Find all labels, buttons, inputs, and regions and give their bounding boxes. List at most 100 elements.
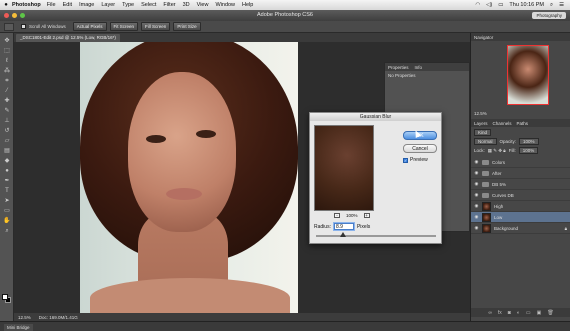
tab-navigator[interactable]: Navigator (474, 35, 493, 40)
navigator-zoom[interactable]: 12.5% (474, 111, 487, 116)
gradient-tool-icon[interactable]: ▤ (2, 147, 12, 155)
fit-screen-button[interactable]: Fit Screen (109, 22, 139, 31)
tab-layers[interactable]: Layers (474, 121, 488, 126)
menu-view[interactable]: View (197, 2, 209, 8)
battery-icon[interactable]: ▭ (498, 2, 503, 8)
layer-row[interactable]: ◉ After (471, 168, 570, 179)
tab-info[interactable]: Info (415, 65, 423, 70)
shape-tool-icon[interactable]: ▭ (2, 207, 12, 215)
layer-kind-filter[interactable]: Kind (474, 129, 492, 136)
zoom-out-button[interactable]: - (334, 213, 340, 218)
hand-tool-icon[interactable]: ✋ (2, 217, 12, 225)
tab-channels[interactable]: Channels (493, 121, 512, 126)
preview-checkbox-row[interactable]: ✓ Preview (403, 157, 428, 163)
layer-style-icon[interactable]: fx (498, 310, 502, 316)
workspace-switcher[interactable]: Photography (532, 12, 566, 19)
new-layer-icon[interactable]: ▣ (537, 310, 542, 316)
layer-row[interactable]: ◉ DB 5% (471, 179, 570, 190)
new-group-icon[interactable]: ▭ (526, 310, 531, 316)
blend-mode-select[interactable]: Normal (474, 138, 497, 145)
mini-bridge-tab[interactable]: Mini Bridge (4, 324, 33, 331)
add-mask-icon[interactable]: ◙ (508, 310, 511, 316)
zoom-tool-icon[interactable]: ⌕ (2, 227, 12, 235)
type-tool-icon[interactable]: T (2, 187, 12, 195)
menu-help[interactable]: Help (242, 2, 253, 8)
lock-icons[interactable]: ▦ ✎ ✥ 🔒︎ (488, 148, 506, 154)
path-select-tool-icon[interactable]: ➤ (2, 197, 12, 205)
status-zoom[interactable]: 12.5% (18, 315, 31, 320)
visibility-eye-icon[interactable]: ◉ (474, 214, 479, 220)
menu-window[interactable]: Window (215, 2, 235, 8)
scroll-all-windows-checkbox[interactable] (21, 24, 26, 29)
visibility-eye-icon[interactable]: ◉ (474, 159, 479, 165)
blur-preview-window[interactable] (314, 125, 374, 211)
wifi-icon[interactable]: ◠ (475, 2, 480, 8)
menu-3d[interactable]: 3D (183, 2, 190, 8)
blur-tool-icon[interactable]: ◆ (2, 157, 12, 165)
status-doc-info[interactable]: Doc: 169.0M/1.41G (39, 315, 78, 320)
print-size-button[interactable]: Print Size (173, 22, 201, 31)
menu-app-name[interactable]: Photoshop (12, 2, 41, 8)
crop-tool-icon[interactable]: ⌗ (2, 77, 12, 85)
history-brush-tool-icon[interactable]: ↺ (2, 127, 12, 135)
menu-edit[interactable]: Edit (63, 2, 72, 8)
menu-file[interactable]: File (47, 2, 56, 8)
fill-field[interactable]: 100% (518, 147, 539, 154)
layers-options: Kind Normal Opacity: 100% Lock: ▦ ✎ ✥ 🔒︎… (471, 128, 570, 155)
move-tool-icon[interactable]: ✥ (2, 37, 12, 45)
brush-tool-icon[interactable]: ✎ (2, 107, 12, 115)
marquee-tool-icon[interactable]: ⬚ (2, 47, 12, 55)
spotlight-search-icon[interactable]: ⌕ (550, 2, 553, 9)
tab-properties[interactable]: Properties (388, 65, 409, 70)
notification-center-icon[interactable]: ☰ (559, 2, 564, 8)
cancel-button[interactable]: Cancel (403, 144, 437, 153)
visibility-eye-icon[interactable]: ◉ (474, 181, 479, 187)
clock[interactable]: Thu 10:16 PM (509, 2, 544, 8)
layer-row[interactable]: ◉ Background 🔒︎ (471, 223, 570, 234)
visibility-eye-icon[interactable]: ◉ (474, 170, 479, 176)
eyedropper-tool-icon[interactable]: ⁄ (2, 87, 12, 95)
radius-input[interactable]: 8.9 (333, 223, 354, 230)
document-tab[interactable]: _DSC1801-Edit 2.psd @ 12.5% (Low, RGB/16… (16, 34, 120, 42)
link-layers-icon[interactable]: ∞ (488, 310, 492, 316)
adjustment-layer-icon[interactable]: ◐ (517, 310, 520, 316)
zoom-in-button[interactable]: + (363, 213, 370, 218)
actual-pixels-button[interactable]: Actual Pixels (72, 22, 107, 31)
menu-image[interactable]: Image (79, 2, 94, 8)
eraser-tool-icon[interactable]: ▱ (2, 137, 12, 145)
clone-stamp-tool-icon[interactable]: ⊥ (2, 117, 12, 125)
quick-select-tool-icon[interactable]: ⁂ (2, 67, 12, 75)
lasso-tool-icon[interactable]: ℓ (2, 57, 12, 65)
fill-screen-button[interactable]: Fill Screen (141, 22, 171, 31)
layer-row[interactable]: ◉ High (471, 201, 570, 212)
radius-slider-track[interactable] (316, 235, 436, 237)
layer-row[interactable]: ◉ Low (471, 212, 570, 223)
healing-brush-tool-icon[interactable]: ✚ (2, 97, 12, 105)
visibility-eye-icon[interactable]: ◉ (474, 203, 479, 209)
hand-tool-preset-icon[interactable] (4, 22, 14, 31)
foreground-color-swatch[interactable] (2, 294, 8, 300)
delete-layer-icon[interactable]: 🗑︎ (547, 310, 553, 316)
photo-face (128, 72, 236, 232)
visibility-eye-icon[interactable]: ◉ (474, 225, 479, 231)
photo-left-eye (146, 135, 166, 143)
radius-slider-thumb[interactable] (340, 232, 346, 237)
menu-filter[interactable]: Filter (163, 2, 175, 8)
menu-type[interactable]: Type (122, 2, 134, 8)
tab-paths[interactable]: Paths (517, 121, 529, 126)
visibility-eye-icon[interactable]: ◉ (474, 192, 479, 198)
menu-layer[interactable]: Layer (101, 2, 115, 8)
layer-thumbnail (482, 201, 491, 211)
preview-checkbox[interactable]: ✓ (403, 157, 408, 163)
volume-icon[interactable]: ◁) (486, 2, 492, 8)
navigator-thumbnail[interactable] (507, 45, 549, 105)
radius-label: Radius: (314, 223, 331, 230)
pen-tool-icon[interactable]: ✒ (2, 177, 12, 185)
layer-row[interactable]: ◉ Colors (471, 157, 570, 168)
opacity-field[interactable]: 100% (519, 138, 539, 145)
layer-thumbnail (482, 223, 491, 233)
layer-row[interactable]: ◉ Curves DB (471, 190, 570, 201)
menu-select[interactable]: Select (141, 2, 156, 8)
dodge-tool-icon[interactable]: ● (2, 167, 12, 175)
apple-menu-icon[interactable]: ● (0, 2, 12, 8)
